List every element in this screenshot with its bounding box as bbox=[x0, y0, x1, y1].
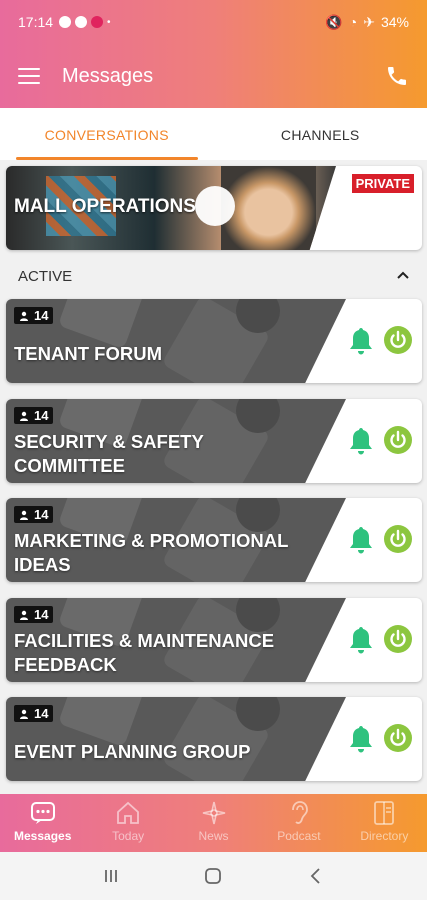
tab-channels[interactable]: CHANNELS bbox=[214, 108, 427, 160]
channel-card[interactable]: 14 EVENT PLANNING GROUP bbox=[6, 697, 422, 781]
person-icon bbox=[20, 709, 28, 719]
bell-icon[interactable] bbox=[347, 326, 375, 356]
recent-apps-icon[interactable] bbox=[102, 867, 120, 885]
notification-icon bbox=[75, 16, 88, 28]
section-title: ACTIVE bbox=[18, 267, 73, 285]
status-bar: 17:14 • 🔇 ◔ ✈ 34% bbox=[0, 0, 427, 44]
channel-card[interactable]: 14 SECURITY & SAFETY COMMITTEE bbox=[6, 399, 422, 483]
channel-card[interactable]: 14 TENANT FORUM bbox=[6, 299, 422, 383]
notification-icon bbox=[59, 16, 72, 28]
wifi-icon: ◔ bbox=[348, 14, 358, 30]
channel-name: MALL OPERATIONS bbox=[14, 196, 196, 217]
phone-icon[interactable] bbox=[385, 64, 409, 88]
channel-name: MARKETING & PROMOTIONAL IDEAS bbox=[14, 530, 289, 575]
system-navigation-bar bbox=[0, 852, 427, 900]
page-title: Messages bbox=[62, 64, 154, 87]
mute-icon: 🔇 bbox=[325, 13, 343, 30]
channel-card[interactable]: 14 FACILITIES & MAINTENANCE FEEDBACK bbox=[6, 598, 422, 682]
member-count: 14 bbox=[34, 607, 49, 622]
status-right: 🔇 ◔ ✈ 34% bbox=[325, 14, 409, 31]
bell-icon[interactable] bbox=[347, 724, 375, 754]
nav-label: Messages bbox=[14, 829, 72, 843]
person-icon bbox=[20, 510, 28, 520]
member-count-badge: 14 bbox=[14, 407, 54, 424]
news-icon bbox=[202, 801, 225, 825]
channel-background bbox=[6, 697, 346, 781]
app-notification-icon bbox=[91, 16, 104, 28]
nav-messages[interactable]: Messages bbox=[0, 794, 85, 852]
nav-today[interactable]: Today bbox=[85, 794, 170, 852]
bell-icon[interactable] bbox=[347, 625, 375, 655]
member-count-badge: 14 bbox=[14, 506, 54, 523]
person-icon bbox=[20, 610, 28, 620]
channel-background bbox=[6, 299, 346, 383]
directory-icon bbox=[374, 801, 395, 825]
airplane-icon: ✈ bbox=[363, 13, 375, 30]
nav-directory[interactable]: Directory bbox=[342, 794, 427, 852]
channel-name: SECURITY & SAFETY COMMITTEE bbox=[14, 431, 204, 476]
bell-icon[interactable] bbox=[347, 525, 375, 555]
channel-name: EVENT PLANNING GROUP bbox=[14, 741, 251, 762]
dot-icon: • bbox=[107, 16, 111, 28]
menu-icon[interactable] bbox=[18, 68, 40, 85]
power-icon[interactable] bbox=[383, 325, 413, 355]
power-icon[interactable] bbox=[383, 624, 413, 654]
home-icon bbox=[117, 801, 140, 824]
person-icon bbox=[20, 411, 28, 421]
ear-icon bbox=[292, 801, 308, 824]
battery-level: 34% bbox=[380, 14, 409, 30]
member-count: 14 bbox=[34, 507, 49, 522]
private-badge: PRIVATE bbox=[351, 174, 414, 193]
nav-podcast[interactable]: Podcast bbox=[256, 794, 341, 852]
nav-news[interactable]: News bbox=[171, 794, 256, 852]
channel-card[interactable]: 14 MARKETING & PROMOTIONAL IDEAS bbox=[6, 498, 422, 582]
nav-label: Directory bbox=[360, 829, 409, 843]
tab-conversations[interactable]: CONVERSATIONS bbox=[0, 108, 214, 160]
app-bar: Messages bbox=[0, 44, 427, 108]
bell-icon[interactable] bbox=[347, 426, 375, 456]
touch-indicator bbox=[195, 186, 235, 226]
nav-label: News bbox=[198, 829, 229, 843]
channel-name: TENANT FORUM bbox=[14, 343, 162, 364]
nav-label: Podcast bbox=[277, 829, 321, 843]
section-header-active[interactable]: ACTIVE bbox=[0, 258, 427, 294]
messages-icon bbox=[30, 802, 55, 824]
power-icon[interactable] bbox=[383, 524, 413, 554]
member-count: 14 bbox=[34, 308, 49, 323]
status-time: 17:14 bbox=[18, 14, 54, 30]
power-icon[interactable] bbox=[383, 723, 413, 753]
member-count: 14 bbox=[34, 706, 49, 721]
nav-label: Today bbox=[112, 829, 145, 843]
member-count: 14 bbox=[34, 408, 49, 423]
member-count-badge: 14 bbox=[14, 307, 54, 324]
member-count-badge: 14 bbox=[14, 705, 54, 722]
person-icon bbox=[20, 311, 28, 321]
home-button-icon[interactable] bbox=[204, 867, 222, 885]
channel-name: FACILITIES & MAINTENANCE FEEDBACK bbox=[14, 630, 275, 675]
power-icon[interactable] bbox=[383, 425, 413, 455]
chevron-up-icon[interactable] bbox=[397, 270, 409, 282]
bottom-navigation: Messages Today News Podcast Directory bbox=[0, 794, 427, 852]
tab-bar: CONVERSATIONS CHANNELS bbox=[0, 108, 427, 160]
member-count-badge: 14 bbox=[14, 606, 54, 623]
back-icon[interactable] bbox=[307, 867, 325, 885]
